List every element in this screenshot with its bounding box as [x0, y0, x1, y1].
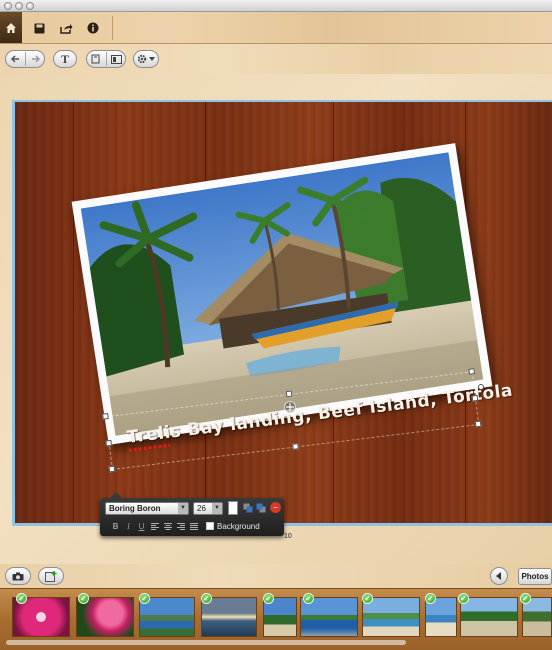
text-box-handle[interactable] [471, 394, 479, 402]
align-right-button[interactable] [174, 520, 187, 532]
undo-redo-control [5, 50, 45, 68]
home-button[interactable] [0, 12, 22, 43]
chevron-down-icon [149, 57, 155, 61]
close-window-icon[interactable] [4, 2, 12, 10]
undo-arrow-icon [10, 55, 19, 63]
layout-control [86, 50, 126, 68]
layout-icon [111, 54, 122, 64]
undo-button[interactable] [7, 52, 23, 66]
send-backward-icon [256, 503, 265, 512]
font-family-select[interactable]: Boring Boron ▼ [105, 502, 189, 515]
italic-button[interactable]: I [122, 520, 135, 532]
check-icon: ✓ [263, 593, 274, 604]
background-checkbox[interactable] [206, 522, 214, 530]
thumbnail[interactable] [460, 597, 518, 637]
add-text-button[interactable]: T [53, 50, 77, 68]
chevron-down-icon: ▼ [178, 503, 188, 514]
background-label: Background [217, 521, 260, 531]
arrange-back-button[interactable] [255, 502, 266, 513]
check-icon: ✓ [458, 593, 469, 604]
share-button[interactable] [57, 19, 75, 37]
move-icon [286, 403, 294, 411]
disk-icon [34, 23, 44, 33]
thumbnail[interactable] [362, 597, 420, 637]
align-justify-icon [189, 522, 198, 530]
edit-toolbar: T [0, 44, 552, 74]
check-icon: ✓ [520, 593, 531, 604]
share-icon [59, 23, 72, 34]
check-icon: ✓ [78, 593, 89, 604]
window-titlebar [0, 0, 552, 12]
photos-button[interactable]: Photos [518, 568, 552, 585]
check-icon: ✓ [303, 593, 314, 604]
filmstrip-back-button[interactable] [490, 567, 508, 585]
pill-separator [24, 52, 26, 66]
info-icon [87, 22, 99, 34]
info-button[interactable] [84, 19, 102, 37]
text-box-handle[interactable] [102, 413, 109, 420]
check-icon: ✓ [201, 593, 212, 604]
layout-button[interactable] [109, 52, 125, 66]
chevron-left-icon [496, 572, 501, 580]
align-right-icon [176, 522, 185, 530]
text-style-row: B I U Background [109, 520, 260, 532]
bold-button[interactable]: B [109, 520, 122, 532]
page-number: 10 [284, 533, 292, 540]
align-center-icon [163, 522, 172, 530]
save-button[interactable] [30, 19, 48, 37]
text-format-bar: Boring Boron ▼ 26 ▼ − B I U Background [100, 492, 284, 536]
redo-button[interactable] [28, 52, 44, 66]
arrange-front-button[interactable] [242, 502, 253, 513]
text-tool-label: T [60, 51, 69, 66]
add-photos-button[interactable] [38, 567, 64, 585]
camera-icon [12, 572, 24, 580]
align-left-button[interactable] [148, 520, 161, 532]
home-icon [6, 22, 16, 33]
text-box-handle[interactable] [468, 368, 476, 375]
text-box-handle[interactable] [108, 465, 116, 473]
settings-menu-button[interactable] [133, 50, 159, 68]
toolbar-divider [112, 16, 113, 40]
redo-arrow-icon [31, 55, 40, 63]
text-box-handle[interactable] [474, 420, 482, 428]
underline-button[interactable]: U [135, 520, 148, 532]
minimize-window-icon[interactable] [15, 2, 23, 10]
font-size-value: 26 [197, 504, 206, 513]
main-toolbar [0, 12, 552, 44]
page-icon [91, 54, 100, 64]
align-left-icon [150, 522, 159, 530]
text-box-handle[interactable] [285, 390, 293, 398]
chevron-down-icon: ▼ [212, 503, 222, 514]
bring-forward-icon [243, 503, 252, 512]
text-box-handle[interactable] [292, 443, 299, 450]
align-center-button[interactable] [161, 520, 174, 532]
zoom-window-icon[interactable] [26, 2, 34, 10]
camera-button[interactable] [5, 567, 31, 585]
bottom-toolbar: Photos [0, 564, 552, 588]
check-icon: ✓ [16, 593, 27, 604]
check-icon: ✓ [362, 593, 373, 604]
add-photo-icon [45, 570, 57, 582]
check-icon: ✓ [425, 593, 436, 604]
text-box-handle[interactable] [105, 439, 113, 447]
add-page-button[interactable] [88, 52, 104, 66]
pill-separator [105, 52, 107, 66]
wood-plank-seam [73, 102, 74, 523]
rotate-handle[interactable] [284, 401, 296, 413]
font-size-select[interactable]: 26 ▼ [193, 502, 223, 515]
filmstrip-scrollbar[interactable] [6, 640, 406, 645]
justify-button[interactable] [187, 520, 200, 532]
check-icon: ✓ [139, 593, 150, 604]
gear-icon [137, 54, 147, 64]
text-color-swatch[interactable] [228, 501, 238, 515]
font-family-value: Boring Boron [109, 504, 161, 513]
delete-text-button[interactable]: − [270, 502, 281, 513]
